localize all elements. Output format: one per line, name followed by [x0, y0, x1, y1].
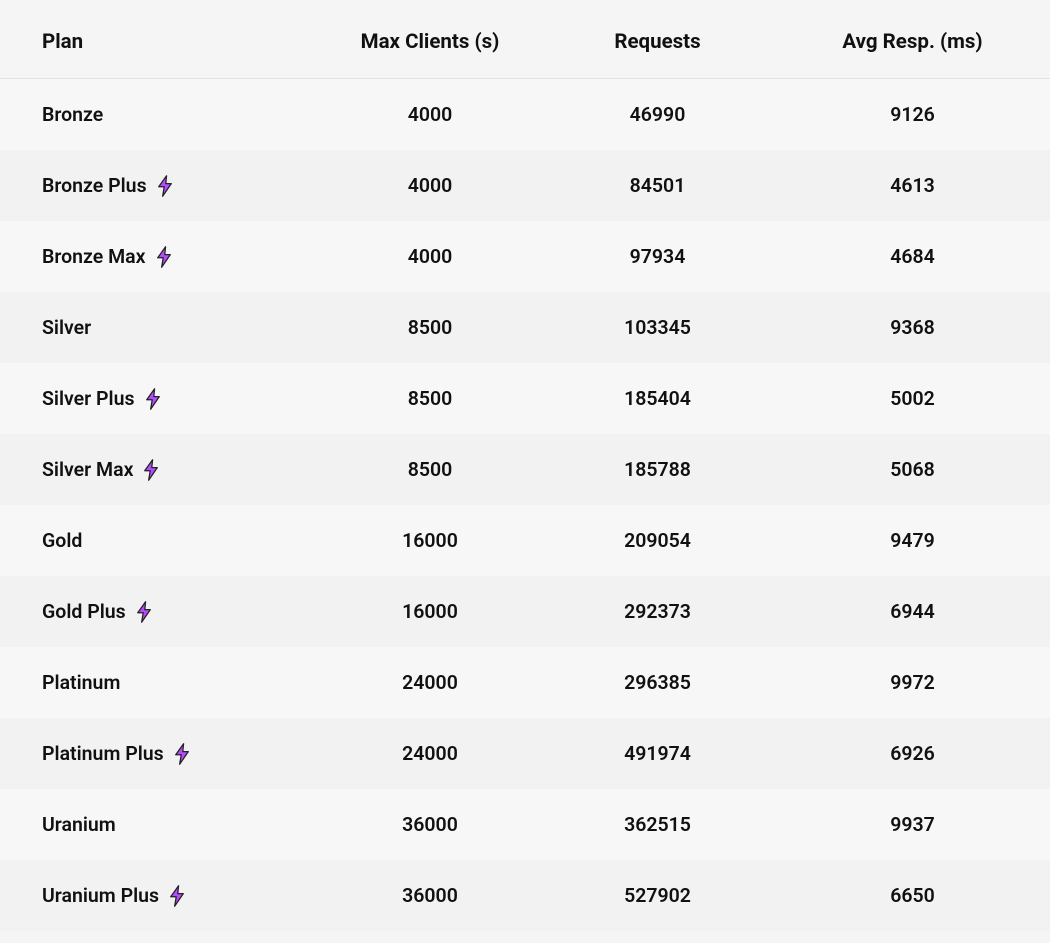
- plan-label: Bronze Plus: [42, 174, 147, 197]
- table-row: Bronze Plus 4000845014613: [0, 150, 1050, 221]
- cell-max-clients: 4000: [320, 150, 540, 221]
- cell-avg-resp: 5068: [775, 434, 1050, 505]
- cell-requests: 84501: [540, 150, 775, 221]
- cell-requests: 296385: [540, 647, 775, 718]
- plan-table: Plan Max Clients (s) Requests Avg Resp. …: [0, 0, 1050, 931]
- cell-max-clients: 8500: [320, 434, 540, 505]
- table-row: Silver 85001033459368: [0, 292, 1050, 363]
- cell-avg-resp: 9937: [775, 789, 1050, 860]
- cell-requests: 491974: [540, 718, 775, 789]
- bolt-icon: [172, 743, 192, 765]
- cell-plan: Silver Max: [0, 434, 320, 505]
- table-row: Uranium 360003625159937: [0, 789, 1050, 860]
- plan-label: Gold Plus: [42, 600, 126, 623]
- cell-max-clients: 24000: [320, 647, 540, 718]
- col-max-clients: Max Clients (s): [320, 0, 540, 79]
- table-body: Bronze4000469909126Bronze Plus 400084501…: [0, 79, 1050, 932]
- bolt-icon: [141, 459, 161, 481]
- plan-label: Platinum: [42, 671, 120, 694]
- cell-max-clients: 8500: [320, 363, 540, 434]
- plan-label: Silver: [42, 316, 91, 339]
- cell-plan: Silver: [0, 292, 320, 363]
- cell-max-clients: 36000: [320, 789, 540, 860]
- cell-avg-resp: 9126: [775, 79, 1050, 151]
- cell-requests: 292373: [540, 576, 775, 647]
- plan-label: Bronze: [42, 103, 103, 126]
- cell-max-clients: 4000: [320, 79, 540, 151]
- cell-plan: Gold Plus: [0, 576, 320, 647]
- cell-plan: Uranium: [0, 789, 320, 860]
- table-row: Gold Plus 160002923736944: [0, 576, 1050, 647]
- table-row: Platinum Plus 240004919746926: [0, 718, 1050, 789]
- cell-avg-resp: 6926: [775, 718, 1050, 789]
- cell-avg-resp: 5002: [775, 363, 1050, 434]
- cell-plan: Uranium Plus: [0, 860, 320, 931]
- cell-plan: Platinum: [0, 647, 320, 718]
- table-row: Uranium Plus 360005279026650: [0, 860, 1050, 931]
- col-requests: Requests: [540, 0, 775, 79]
- table-row: Silver Plus 85001854045002: [0, 363, 1050, 434]
- plan-label: Silver Max: [42, 458, 133, 481]
- cell-max-clients: 36000: [320, 860, 540, 931]
- cell-plan: Bronze: [0, 79, 320, 151]
- bolt-icon: [134, 601, 154, 623]
- cell-plan: Bronze Max: [0, 221, 320, 292]
- cell-requests: 185404: [540, 363, 775, 434]
- cell-plan: Bronze Plus: [0, 150, 320, 221]
- table-row: Bronze Max 4000979344684: [0, 221, 1050, 292]
- col-avg-resp: Avg Resp. (ms): [775, 0, 1050, 79]
- cell-requests: 527902: [540, 860, 775, 931]
- table-row: Silver Max 85001857885068: [0, 434, 1050, 505]
- cell-avg-resp: 4613: [775, 150, 1050, 221]
- cell-avg-resp: 9972: [775, 647, 1050, 718]
- plan-label: Silver Plus: [42, 387, 135, 410]
- cell-requests: 97934: [540, 221, 775, 292]
- plan-label: Platinum Plus: [42, 742, 164, 765]
- table-header-row: Plan Max Clients (s) Requests Avg Resp. …: [0, 0, 1050, 79]
- bolt-icon: [167, 885, 187, 907]
- cell-requests: 46990: [540, 79, 775, 151]
- table-header: Plan Max Clients (s) Requests Avg Resp. …: [0, 0, 1050, 79]
- cell-max-clients: 24000: [320, 718, 540, 789]
- cell-max-clients: 16000: [320, 576, 540, 647]
- table-row: Gold 160002090549479: [0, 505, 1050, 576]
- cell-avg-resp: 9479: [775, 505, 1050, 576]
- cell-requests: 103345: [540, 292, 775, 363]
- bolt-icon: [154, 246, 174, 268]
- plan-label: Bronze Max: [42, 245, 146, 268]
- cell-requests: 362515: [540, 789, 775, 860]
- table-row: Bronze 4000469909126: [0, 79, 1050, 151]
- cell-plan: Platinum Plus: [0, 718, 320, 789]
- cell-requests: 209054: [540, 505, 775, 576]
- cell-avg-resp: 6650: [775, 860, 1050, 931]
- table-row: Platinum 240002963859972: [0, 647, 1050, 718]
- plan-label: Uranium: [42, 813, 116, 836]
- cell-max-clients: 4000: [320, 221, 540, 292]
- cell-plan: Gold: [0, 505, 320, 576]
- bolt-icon: [155, 175, 175, 197]
- cell-requests: 185788: [540, 434, 775, 505]
- cell-max-clients: 16000: [320, 505, 540, 576]
- bolt-icon: [143, 388, 163, 410]
- cell-max-clients: 8500: [320, 292, 540, 363]
- cell-avg-resp: 6944: [775, 576, 1050, 647]
- cell-avg-resp: 4684: [775, 221, 1050, 292]
- plan-label: Uranium Plus: [42, 884, 159, 907]
- cell-plan: Silver Plus: [0, 363, 320, 434]
- col-plan: Plan: [0, 0, 320, 79]
- cell-avg-resp: 9368: [775, 292, 1050, 363]
- plan-label: Gold: [42, 529, 82, 552]
